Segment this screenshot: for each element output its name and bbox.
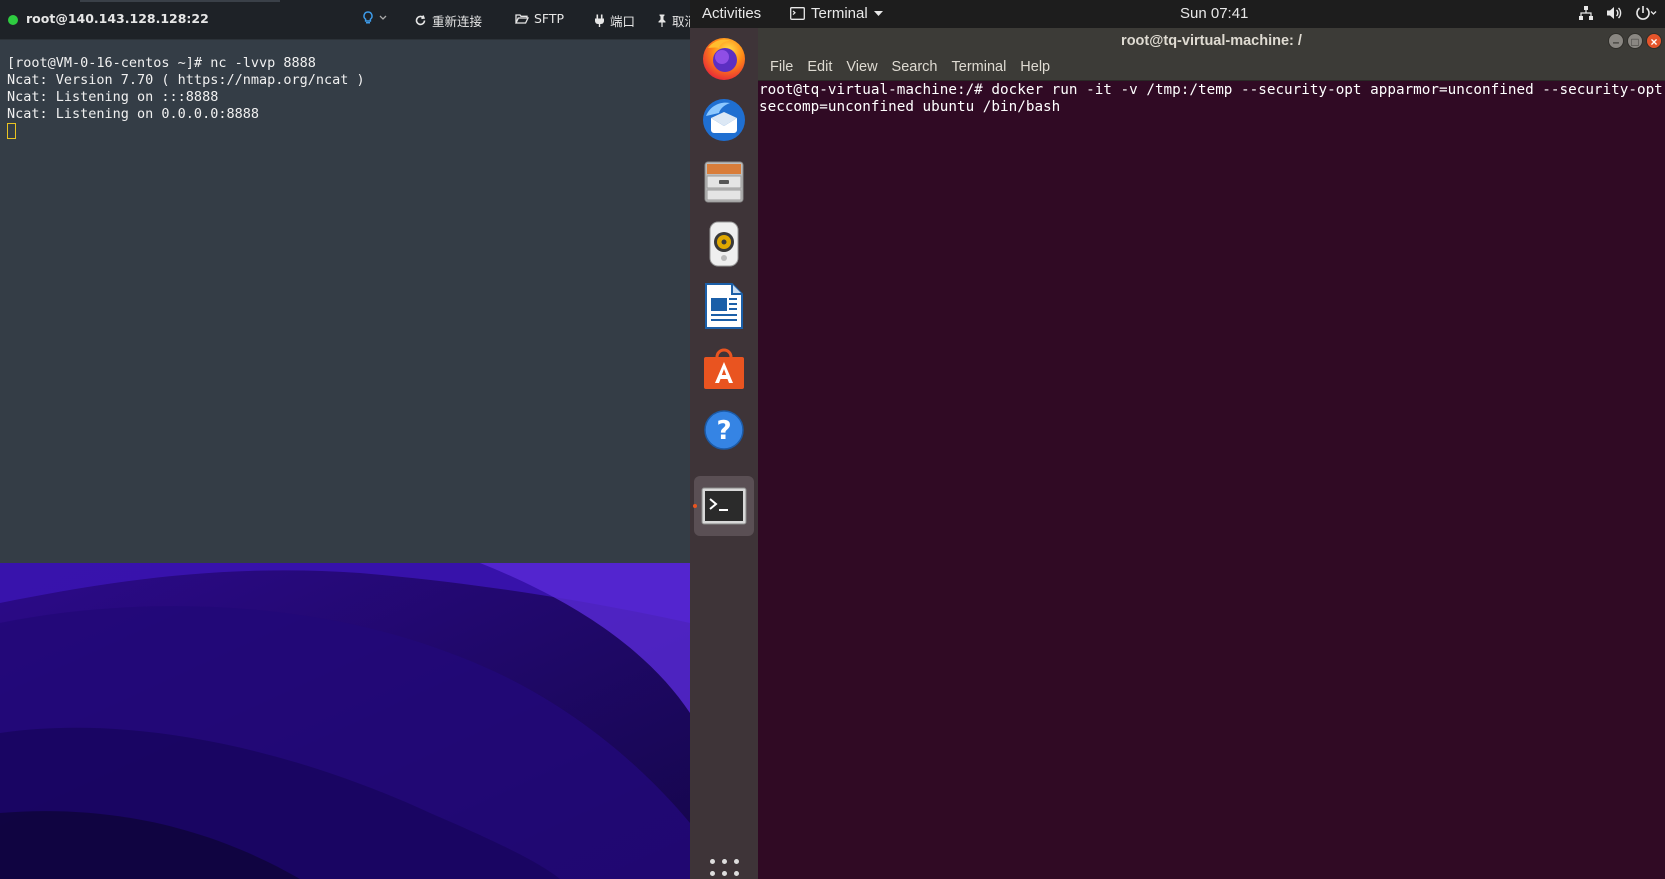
clock[interactable]: Sun 07:41 (1180, 5, 1248, 22)
terminal-menubar: File Edit View Search Terminal Help (758, 55, 1665, 81)
app-name-label: Terminal (811, 5, 868, 22)
show-applications-button[interactable] (710, 859, 740, 877)
plug-icon (595, 14, 604, 27)
terminal-line: [root@VM-0-16-centos ~]# nc -lvvp 8888 (7, 55, 316, 71)
menu-view[interactable]: View (839, 55, 884, 80)
chevron-down-icon (379, 15, 387, 20)
lightbulb-icon (363, 11, 373, 24)
files-icon (704, 161, 744, 203)
close-button[interactable]: × (1646, 33, 1662, 49)
minimize-button[interactable]: – (1608, 33, 1624, 49)
tab-indicator (80, 0, 280, 2)
svg-text:?: ? (716, 416, 731, 446)
ssh-terminal-output[interactable]: [root@VM-0-16-centos ~]# nc -lvvp 8888 Nc… (7, 55, 365, 141)
port-forward-button[interactable]: 端口 (594, 11, 635, 30)
ssh-host-label[interactable]: root@140.143.128.128:22 (26, 11, 209, 26)
port-label: 端口 (610, 14, 636, 29)
window-title: root@tq-virtual-machine: / (1121, 33, 1302, 49)
desktop-wallpaper (0, 563, 690, 879)
terminal-cursor (7, 123, 16, 139)
volume-icon (1607, 7, 1622, 19)
firefox-icon (703, 38, 745, 80)
dock-item-files[interactable] (694, 152, 754, 212)
reconnect-button[interactable]: 重新连接 (414, 11, 482, 30)
ubuntu-dock: ? (690, 28, 758, 879)
terminal-output[interactable]: root@tq-virtual-machine:/# docker run -i… (759, 82, 1664, 116)
system-tray[interactable] (1578, 5, 1657, 21)
sftp-label: SFTP (534, 11, 565, 26)
refresh-icon (415, 15, 426, 26)
dock-item-thunderbird[interactable] (694, 90, 754, 150)
dock-item-software-center[interactable] (694, 338, 754, 398)
software-center-icon (704, 348, 744, 389)
power-icon (1636, 6, 1657, 20)
connection-status-icon (8, 15, 18, 25)
terminal-line: Ncat: Listening on 0.0.0.0:8888 (7, 106, 259, 122)
dock-item-help[interactable]: ? (694, 400, 754, 460)
libreoffice-writer-icon (705, 283, 743, 329)
dock-item-libreoffice-writer[interactable] (694, 276, 754, 336)
network-icon (1579, 6, 1593, 20)
terminal-line: Ncat: Version 7.70 ( https://nmap.org/nc… (7, 72, 365, 88)
dock-item-firefox[interactable] (694, 28, 754, 88)
caret-down-icon (873, 10, 883, 16)
thunderbird-icon (703, 99, 745, 141)
dock-item-rhythmbox[interactable] (694, 214, 754, 274)
pin-label: 取消 (672, 14, 690, 29)
help-icon: ? (704, 410, 744, 450)
maximize-button[interactable]: □ (1627, 33, 1643, 49)
ubuntu-top-panel: Activities Terminal Sun 07:41 (690, 0, 1665, 28)
ssh-toolbar: root@140.143.128.128:22 重新连接 SFTP 端口 取消 (0, 0, 690, 40)
dock-item-terminal[interactable] (693, 476, 754, 536)
sftp-button[interactable]: SFTP (515, 11, 564, 26)
reconnect-label: 重新连接 (432, 14, 483, 29)
pin-icon (658, 14, 666, 27)
pin-button[interactable]: 取消 (657, 11, 690, 30)
window-controls: – □ × (1608, 33, 1662, 49)
tips-button[interactable] (362, 11, 387, 25)
rhythmbox-icon (709, 221, 739, 267)
menu-search[interactable]: Search (885, 55, 945, 80)
terminal-window: root@tq-virtual-machine: / – □ × File Ed… (758, 28, 1665, 879)
activities-button[interactable]: Activities (702, 5, 761, 22)
running-indicator (693, 504, 697, 508)
terminal-small-icon (790, 7, 805, 20)
app-menu-button[interactable]: Terminal (790, 5, 883, 22)
terminal-titlebar[interactable]: root@tq-virtual-machine: / – □ × (758, 28, 1665, 55)
terminal-icon (701, 487, 747, 525)
menu-file[interactable]: File (763, 55, 800, 80)
terminal-line: Ncat: Listening on :::8888 (7, 89, 219, 105)
ssh-client-window: root@140.143.128.128:22 重新连接 SFTP 端口 取消 … (0, 0, 690, 563)
menu-help[interactable]: Help (1013, 55, 1057, 80)
menu-edit[interactable]: Edit (800, 55, 839, 80)
menu-terminal[interactable]: Terminal (945, 55, 1014, 80)
folder-open-icon (515, 13, 529, 24)
